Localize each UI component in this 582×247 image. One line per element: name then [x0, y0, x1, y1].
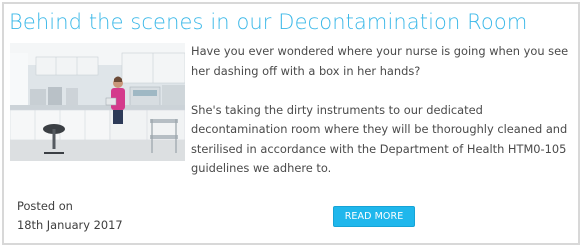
excerpt-paragraph: She's taking the dirty instruments to ou…	[191, 102, 568, 176]
article-excerpt: Have you ever wondered where your nurse …	[191, 42, 573, 179]
posted-on: Posted on 18th January 2017	[17, 197, 123, 235]
article-title[interactable]: Behind the scenes in our Decontamination…	[9, 8, 527, 36]
article-image[interactable]	[10, 43, 185, 161]
posted-label: Posted on	[17, 199, 73, 213]
decontamination-room-photo	[10, 43, 185, 161]
posted-date: 18th January 2017	[17, 218, 123, 232]
excerpt-paragraph: Have you ever wondered where your nurse …	[191, 44, 569, 78]
article-card: Behind the scenes in our Decontamination…	[2, 2, 580, 245]
read-more-button[interactable]: READ MORE	[333, 206, 415, 227]
